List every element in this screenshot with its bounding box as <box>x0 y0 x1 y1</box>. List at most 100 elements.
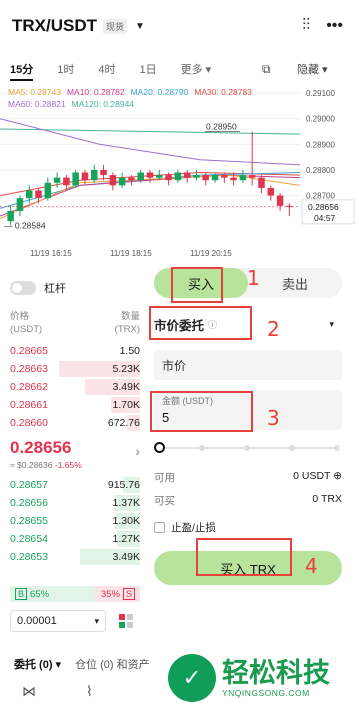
bid-row[interactable]: 0.28656 1.37K <box>10 494 140 512</box>
top-header: TRX/USDT 现货 ▼ ⫶⫶ ••• <box>0 0 355 52</box>
tab-positions[interactable]: 仓位 (0) 和资产 <box>75 656 150 672</box>
annotation-number-4: 4 <box>305 554 318 578</box>
tpsl-checkbox-row[interactable]: 止盈/止损 <box>154 520 342 535</box>
candle-body <box>16 198 24 211</box>
tf-1d[interactable]: 1日 <box>140 61 157 77</box>
amount-slider[interactable] <box>154 442 342 454</box>
precision-select[interactable]: 0.00001 ▾ <box>10 610 106 632</box>
leverage-toggle[interactable] <box>10 281 36 295</box>
order-book: 杠杆 价格 (USDT) 数量 (TRX) 0.28665 1.50 0.28663 5.… <box>10 280 140 566</box>
bid-row[interactable]: 0.28654 1.27K <box>10 530 140 548</box>
available-row: 可用 0 USDT ⊕ <box>154 470 342 485</box>
buy-sell-ratio: B 65% 35% S <box>10 586 140 602</box>
tf-4h[interactable]: 4时 <box>98 61 115 77</box>
ask-qty: 5.23K <box>112 363 140 375</box>
ob-qty-header: 数量 <box>120 311 140 322</box>
annotation-box-2 <box>149 306 252 340</box>
ask-qty: 1.50 <box>119 345 140 357</box>
price-tick-label: 0.29100 <box>306 89 335 98</box>
ask-row[interactable]: 0.28660 672.76 <box>10 414 140 432</box>
watermark-title: 轻松科技 <box>222 657 330 688</box>
time-tick-label: 11/19 20:15 <box>190 249 232 258</box>
ask-price: 0.28665 <box>10 345 48 357</box>
annotation-box-4 <box>196 538 292 576</box>
last-price-arrow-icon[interactable]: › <box>135 443 140 459</box>
watermark: ✓ 轻松科技 YNQINGSONG.COM <box>168 652 354 703</box>
ob-price-header: 价格 <box>10 311 30 322</box>
ask-row[interactable]: 0.28662 3.49K <box>10 378 140 396</box>
pair-title[interactable]: TRX/USDT <box>12 16 97 36</box>
bid-row[interactable]: 0.28653 3.49K <box>10 548 140 566</box>
canbuy-label: 可买 <box>154 495 175 507</box>
candle-body <box>91 169 98 181</box>
candle-body <box>25 190 33 199</box>
chart-settings-icon[interactable]: ⫶⫶ <box>302 17 310 35</box>
order-type-caret-icon: ▾ <box>329 318 334 329</box>
ask-row[interactable]: 0.28661 1.70K <box>10 396 140 414</box>
available-value: 0 USDT ⊕ <box>293 470 342 482</box>
indicator-settings-icon[interactable]: ⧉ <box>262 62 271 77</box>
sell-ratio-pct: 35% <box>100 588 120 600</box>
ma-legend-item: MA30: 0.28783 <box>194 87 252 97</box>
candle-body <box>248 175 256 178</box>
price-field[interactable]: 市价 <box>154 350 342 380</box>
price-tick-label: 0.28900 <box>306 140 335 149</box>
candle-body <box>128 177 135 181</box>
price-placeholder: 市价 <box>162 358 187 373</box>
bid-price: 0.28653 <box>10 551 48 563</box>
ma-legend-item: MA10: 0.28782 <box>66 87 125 97</box>
tab-orders[interactable]: 委托 (0) ▾ <box>14 656 61 672</box>
tpsl-checkbox[interactable] <box>154 522 165 533</box>
tf-15m[interactable]: 15分 <box>10 61 34 81</box>
annotation-number-1: 1 <box>247 266 260 290</box>
precision-value: 0.00001 <box>17 615 57 627</box>
canbuy-row: 可买 0 TRX <box>154 493 342 508</box>
candle-body <box>35 190 42 199</box>
annotation-number-3: 3 <box>267 406 280 430</box>
hide-chart-button[interactable]: 隐藏 ▾ <box>297 61 328 77</box>
candle-body <box>183 172 191 178</box>
bid-qty: 915.76 <box>107 479 140 491</box>
candle-body <box>53 177 61 183</box>
ma-legend-item: MA120: 0.28944 <box>71 99 135 109</box>
orderbook-layout-icon[interactable] <box>118 613 134 629</box>
price-tick-label: 0.28800 <box>306 166 335 175</box>
ma-legend-item: MA20: 0.28790 <box>130 87 189 97</box>
countdown-label: 04:57 <box>314 213 336 223</box>
buy-ratio-pct: 65% <box>30 588 50 600</box>
buy-ratio: B 65% <box>10 586 95 602</box>
current-price-label: 0.28656 <box>308 202 339 212</box>
bid-price: 0.28654 <box>10 533 48 545</box>
ask-row[interactable]: 0.28665 1.50 <box>10 342 140 360</box>
price-chart[interactable]: 0.29100 0.29000 0.28900 0.28800 0.28700 0.289… <box>0 84 355 260</box>
nav-grid-icon[interactable]: ⋈ <box>22 683 36 700</box>
candle-body <box>137 172 144 181</box>
ask-qty: 3.49K <box>112 381 140 393</box>
tf-1h[interactable]: 1时 <box>57 61 74 77</box>
more-icon[interactable]: ••• <box>326 17 343 35</box>
price-tick-label: 0.29000 <box>306 115 335 124</box>
ask-row[interactable]: 0.28663 5.23K <box>10 360 140 378</box>
ob-header: 价格 (USDT) 数量 (TRX) <box>10 310 140 336</box>
candle-body <box>230 177 237 181</box>
time-tick-label: 11/19 16:15 <box>30 249 72 258</box>
candle-body <box>44 182 52 199</box>
low-label: — 0.28584 <box>4 220 46 230</box>
canbuy-value: 0 TRX <box>312 493 342 505</box>
candle-body <box>276 195 284 206</box>
bid-row[interactable]: 0.28657 915.76 <box>10 476 140 494</box>
tf-more[interactable]: 更多 ▾ <box>181 61 212 77</box>
pair-dropdown-icon[interactable]: ▼ <box>135 21 145 32</box>
candle-body <box>146 172 154 178</box>
precision-caret-icon: ▾ <box>94 615 99 626</box>
spot-tag: 现货 <box>103 18 128 34</box>
candle-body <box>165 175 172 181</box>
candle-body <box>109 175 117 186</box>
nav-chart-icon[interactable]: ⌇ <box>86 683 93 700</box>
time-tick-label: 11/19 18:15 <box>110 249 152 258</box>
bid-qty: 1.37K <box>112 497 140 509</box>
bid-row[interactable]: 0.28655 1.30K <box>10 512 140 530</box>
sell-tab[interactable]: 卖出 <box>248 268 342 298</box>
candle-body <box>100 169 107 176</box>
sell-ratio-tag: S <box>122 588 135 600</box>
